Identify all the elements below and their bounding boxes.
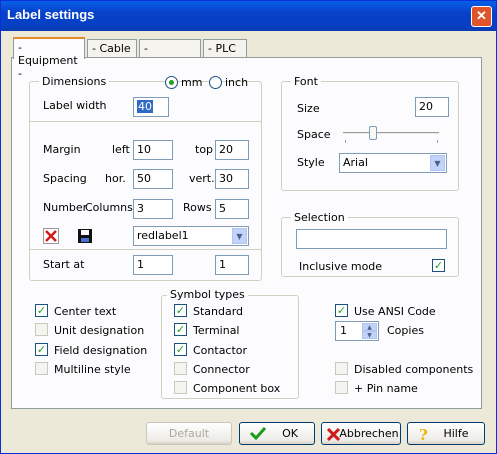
margin-left-input[interactable]: 10 <box>133 140 173 160</box>
margin-top-input[interactable]: 20 <box>215 140 249 160</box>
start-at-label: Start at <box>43 258 85 271</box>
selection-title: Selection <box>291 211 348 224</box>
number-label: Number <box>43 201 88 214</box>
spacing-vert-label: vert. <box>189 172 215 185</box>
field-designation-label: Field designation <box>54 344 148 357</box>
component-box-checkbox[interactable] <box>174 381 187 394</box>
cancel-x-icon <box>326 427 341 448</box>
slider-tick <box>437 140 438 143</box>
columns-label: Columns <box>85 201 133 214</box>
spacing-hor-input[interactable]: 50 <box>133 169 173 189</box>
rows-input[interactable]: 5 <box>215 199 249 219</box>
margin-top-label: top <box>195 143 214 156</box>
copies-spinner[interactable]: 1 ▲ ▼ <box>335 321 379 341</box>
font-style-select[interactable]: Arial ▼ <box>339 153 447 173</box>
label-width-value: 40 <box>137 100 153 113</box>
font-style-label: Style <box>297 156 325 169</box>
chevron-down-icon[interactable]: ▼ <box>430 155 445 171</box>
label-template-value: redlabel1 <box>137 229 189 242</box>
ok-button[interactable]: OK <box>239 422 315 445</box>
margin-left-label: left <box>112 143 130 156</box>
delete-icon[interactable] <box>43 228 59 244</box>
tab-cable[interactable]: - Cable - <box>87 39 137 68</box>
rows-label: Rows <box>183 201 212 214</box>
unit-inch-radio[interactable] <box>209 76 222 89</box>
slider-tick <box>345 140 346 143</box>
unit-designation-label: Unit designation <box>54 324 145 337</box>
help-icon: ? <box>419 426 428 444</box>
copies-value: 1 <box>340 324 347 337</box>
columns-input[interactable]: 3 <box>133 199 173 219</box>
symbol-types-title: Symbol types <box>167 288 248 301</box>
disabled-components-label: Disabled components <box>354 363 474 376</box>
checkmark-icon <box>249 426 267 447</box>
contactor-label: Contactor <box>193 344 248 357</box>
title-bar[interactable]: Label settings ✕ <box>1 1 496 31</box>
label-settings-window: Label settings ✕ - Equipment - - Cable -… <box>0 0 497 454</box>
dimensions-divider-2 <box>29 249 262 250</box>
multiline-style-checkbox[interactable] <box>35 362 48 375</box>
standard-checkbox[interactable]: ✓ <box>174 304 187 317</box>
inclusive-mode-label: Inclusive mode <box>299 260 383 273</box>
center-text-checkbox[interactable]: ✓ <box>35 304 48 317</box>
multiline-style-label: Multiline style <box>54 363 131 376</box>
standard-label: Standard <box>193 305 244 318</box>
connector-label: Connector <box>193 363 250 376</box>
spin-down-icon[interactable]: ▼ <box>362 331 377 339</box>
tab-terminal[interactable]: - Terminal - <box>139 39 201 81</box>
window-title: Label settings <box>7 7 95 22</box>
font-size-input[interactable]: 20 <box>415 97 449 117</box>
spacing-hor-label: hor. <box>105 172 126 185</box>
tab-equipment[interactable]: - Equipment - <box>13 37 85 80</box>
default-button[interactable]: Default <box>146 422 232 445</box>
font-title: Font <box>291 75 321 88</box>
margin-label: Margin <box>43 143 81 156</box>
font-size-label: Size <box>297 102 320 115</box>
spin-up-icon[interactable]: ▲ <box>362 323 377 331</box>
unit-designation-checkbox[interactable] <box>35 323 48 336</box>
use-ansi-label: Use ANSI Code <box>354 305 436 318</box>
label-width-label: Label width <box>43 99 107 112</box>
copies-label: Copies <box>387 324 424 337</box>
terminal-label: Terminal <box>193 324 240 337</box>
inclusive-mode-checkbox[interactable]: ✓ <box>432 259 445 272</box>
start-at-input-2[interactable]: 1 <box>215 255 249 275</box>
font-style-value: Arial <box>343 156 368 169</box>
font-space-slider[interactable] <box>369 126 378 140</box>
unit-mm-radio[interactable] <box>165 76 178 89</box>
cancel-button[interactable]: Abbrechen <box>321 422 401 445</box>
save-icon[interactable] <box>77 228 93 244</box>
tab-plc[interactable]: - PLC <box>203 39 247 58</box>
selection-input[interactable] <box>296 229 447 249</box>
spacing-label: Spacing <box>43 172 87 185</box>
label-width-input[interactable]: 40 <box>133 97 169 117</box>
pin-name-label: + Pin name <box>354 382 418 395</box>
center-text-label: Center text <box>54 305 117 318</box>
unit-mm-label: mm <box>181 76 203 89</box>
component-box-label: Component box <box>193 382 281 395</box>
chevron-down-icon[interactable]: ▼ <box>232 228 247 244</box>
start-at-input-1[interactable]: 1 <box>133 255 173 275</box>
dimensions-title: Dimensions <box>39 75 110 88</box>
field-designation-checkbox[interactable]: ✓ <box>35 343 48 356</box>
label-template-select[interactable]: redlabel1 ▼ <box>133 226 249 246</box>
spacing-vert-input[interactable]: 30 <box>215 169 249 189</box>
disabled-components-checkbox[interactable] <box>335 362 348 375</box>
unit-inch-label: inch <box>225 76 249 89</box>
help-label: Hilfe <box>443 427 469 440</box>
close-button[interactable]: ✕ <box>471 6 492 27</box>
dimensions-divider <box>29 121 262 122</box>
use-ansi-checkbox[interactable]: ✓ <box>335 304 348 317</box>
pin-name-checkbox[interactable] <box>335 381 348 394</box>
font-space-track[interactable] <box>343 132 439 135</box>
help-button[interactable]: ? Hilfe <box>407 422 485 445</box>
connector-checkbox[interactable] <box>174 362 187 375</box>
contactor-checkbox[interactable]: ✓ <box>174 343 187 356</box>
font-space-label: Space <box>297 128 331 141</box>
terminal-checkbox[interactable]: ✓ <box>174 323 187 336</box>
